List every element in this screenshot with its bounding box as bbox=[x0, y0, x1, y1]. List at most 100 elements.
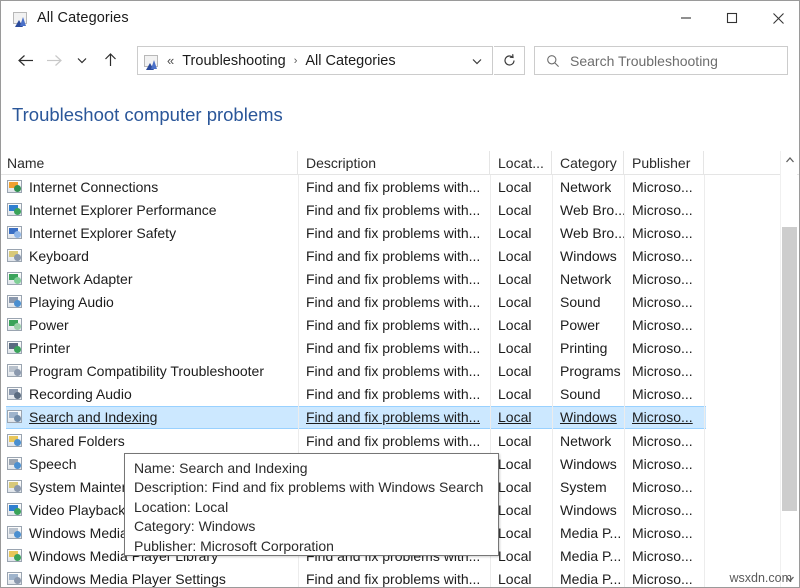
cell-location[interactable]: Local bbox=[490, 290, 548, 313]
cell-name[interactable]: Recording Audio bbox=[1, 383, 298, 406]
cell-description[interactable]: Find and fix problems with... bbox=[298, 406, 490, 429]
cell-category[interactable]: Media P... bbox=[552, 521, 624, 544]
close-button[interactable] bbox=[755, 1, 799, 35]
forward-button[interactable] bbox=[40, 45, 68, 75]
cell-publisher[interactable]: Microso... bbox=[624, 290, 704, 313]
cell-description[interactable]: Find and fix problems with... bbox=[298, 290, 490, 313]
cell-publisher[interactable]: Microso... bbox=[624, 452, 704, 475]
cell-name[interactable]: Search and Indexing bbox=[1, 406, 298, 429]
recent-locations-button[interactable] bbox=[68, 45, 96, 75]
table-row[interactable]: Power Find and fix problems with... Local P… bbox=[1, 314, 781, 337]
cell-category[interactable]: Web Bro... bbox=[552, 221, 624, 244]
cell-category[interactable]: Power bbox=[552, 314, 624, 337]
cell-publisher[interactable]: Microso... bbox=[624, 337, 704, 360]
cell-description[interactable]: Find and fix problems with... bbox=[298, 383, 490, 406]
cell-location[interactable]: Local bbox=[490, 406, 548, 429]
cell-name[interactable]: Playing Audio bbox=[1, 290, 298, 313]
table-row[interactable]: Playing Audio Find and fix problems with.… bbox=[1, 290, 781, 313]
cell-publisher[interactable]: Microso... bbox=[624, 314, 704, 337]
back-button[interactable] bbox=[12, 45, 40, 75]
cell-location[interactable]: Local bbox=[490, 383, 548, 406]
cell-category[interactable]: Windows bbox=[552, 498, 624, 521]
cell-publisher[interactable]: Microso... bbox=[624, 383, 704, 406]
cell-category[interactable]: Network bbox=[552, 267, 624, 290]
cell-publisher[interactable]: Microso... bbox=[624, 406, 704, 429]
cell-location[interactable]: Local bbox=[490, 244, 548, 267]
cell-publisher[interactable]: Microso... bbox=[624, 545, 704, 568]
cell-name[interactable]: Windows Media Player Settings bbox=[1, 568, 298, 587]
breadcrumb-item-troubleshooting[interactable]: Troubleshooting bbox=[182, 53, 285, 69]
table-row[interactable]: Printer Find and fix problems with... Loca… bbox=[1, 337, 781, 360]
table-row[interactable]: Internet Connections Find and fix problem… bbox=[1, 175, 781, 198]
cell-category[interactable]: Printing bbox=[552, 337, 624, 360]
cell-category[interactable]: Network bbox=[552, 175, 624, 198]
maximize-button[interactable] bbox=[709, 1, 755, 35]
cell-category[interactable]: Web Bro... bbox=[552, 198, 624, 221]
scroll-up-icon[interactable] bbox=[781, 151, 798, 168]
cell-name[interactable]: Keyboard bbox=[1, 244, 298, 267]
chevron-down-icon[interactable] bbox=[463, 47, 491, 74]
column-header-name[interactable]: Name bbox=[1, 151, 298, 174]
breadcrumb-item-all-categories[interactable]: All Categories bbox=[305, 53, 395, 69]
cell-description[interactable]: Find and fix problems with... bbox=[298, 568, 490, 587]
table-row[interactable]: Internet Explorer Safety Find and fix pro… bbox=[1, 221, 781, 244]
cell-publisher[interactable]: Microso... bbox=[624, 267, 704, 290]
table-row[interactable]: Internet Explorer Performance Find and fi… bbox=[1, 198, 781, 221]
cell-publisher[interactable]: Microso... bbox=[624, 244, 704, 267]
cell-publisher[interactable]: Microso... bbox=[624, 175, 704, 198]
scrollbar-thumb[interactable] bbox=[782, 227, 797, 511]
cell-description[interactable]: Find and fix problems with... bbox=[298, 429, 490, 452]
cell-publisher[interactable]: Microso... bbox=[624, 198, 704, 221]
cell-publisher[interactable]: Microso... bbox=[624, 429, 704, 452]
cell-name[interactable]: Internet Explorer Performance bbox=[1, 198, 298, 221]
table-row[interactable]: Search and Indexing Find and fix problems… bbox=[1, 405, 781, 429]
search-input[interactable]: Search Troubleshooting bbox=[570, 53, 718, 69]
cell-category[interactable]: Windows bbox=[552, 406, 624, 429]
minimize-button[interactable] bbox=[663, 1, 709, 35]
cell-category[interactable]: System bbox=[552, 475, 624, 498]
vertical-scrollbar[interactable] bbox=[780, 151, 797, 587]
cell-category[interactable]: Windows bbox=[552, 452, 624, 475]
cell-location[interactable]: Local bbox=[490, 360, 548, 383]
refresh-button[interactable] bbox=[494, 46, 525, 75]
cell-name[interactable]: Internet Explorer Safety bbox=[1, 221, 298, 244]
cell-name[interactable]: Program Compatibility Troubleshooter bbox=[1, 360, 298, 383]
cell-name[interactable]: Internet Connections bbox=[1, 175, 298, 198]
cell-category[interactable]: Sound bbox=[552, 290, 624, 313]
cell-category[interactable]: Network bbox=[552, 429, 624, 452]
cell-category[interactable]: Media P... bbox=[552, 568, 624, 587]
cell-publisher[interactable]: Microso... bbox=[624, 568, 704, 587]
cell-publisher[interactable]: Microso... bbox=[624, 498, 704, 521]
table-row[interactable]: Keyboard Find and fix problems with... Loc… bbox=[1, 244, 781, 267]
column-header-publisher[interactable]: Publisher bbox=[624, 151, 704, 174]
cell-name[interactable]: Printer bbox=[1, 337, 298, 360]
address-bar[interactable]: « Troubleshooting › All Categories bbox=[137, 46, 493, 75]
cell-location[interactable]: Local bbox=[490, 429, 548, 452]
cell-name[interactable]: Power bbox=[1, 314, 298, 337]
cell-publisher[interactable]: Microso... bbox=[624, 221, 704, 244]
cell-category[interactable]: Media P... bbox=[552, 545, 624, 568]
cell-description[interactable]: Find and fix problems with... bbox=[298, 221, 490, 244]
table-row[interactable]: Program Compatibility Troubleshooter Find… bbox=[1, 360, 781, 383]
breadcrumb-separator-icon[interactable]: › bbox=[294, 55, 298, 67]
cell-description[interactable]: Find and fix problems with... bbox=[298, 175, 490, 198]
search-box[interactable]: Search Troubleshooting bbox=[534, 46, 788, 75]
cell-publisher[interactable]: Microso... bbox=[624, 475, 704, 498]
cell-location[interactable]: Local bbox=[490, 568, 548, 587]
up-button[interactable] bbox=[96, 45, 124, 75]
table-row[interactable]: Network Adapter Find and fix problems wit… bbox=[1, 267, 781, 290]
cell-category[interactable]: Sound bbox=[552, 383, 624, 406]
table-row[interactable]: Recording Audio Find and fix problems wit… bbox=[1, 383, 781, 406]
cell-description[interactable]: Find and fix problems with... bbox=[298, 198, 490, 221]
cell-description[interactable]: Find and fix problems with... bbox=[298, 337, 490, 360]
column-header-category[interactable]: Category bbox=[552, 151, 624, 174]
cell-publisher[interactable]: Microso... bbox=[624, 360, 704, 383]
cell-category[interactable]: Programs bbox=[552, 360, 624, 383]
cell-location[interactable]: Local bbox=[490, 221, 548, 244]
column-header-location[interactable]: Locat... bbox=[490, 151, 552, 174]
cell-location[interactable]: Local bbox=[490, 337, 548, 360]
column-header-description[interactable]: Description bbox=[298, 151, 490, 174]
cell-description[interactable]: Find and fix problems with... bbox=[298, 267, 490, 290]
cell-name[interactable]: Shared Folders bbox=[1, 429, 298, 452]
cell-location[interactable]: Local bbox=[490, 314, 548, 337]
